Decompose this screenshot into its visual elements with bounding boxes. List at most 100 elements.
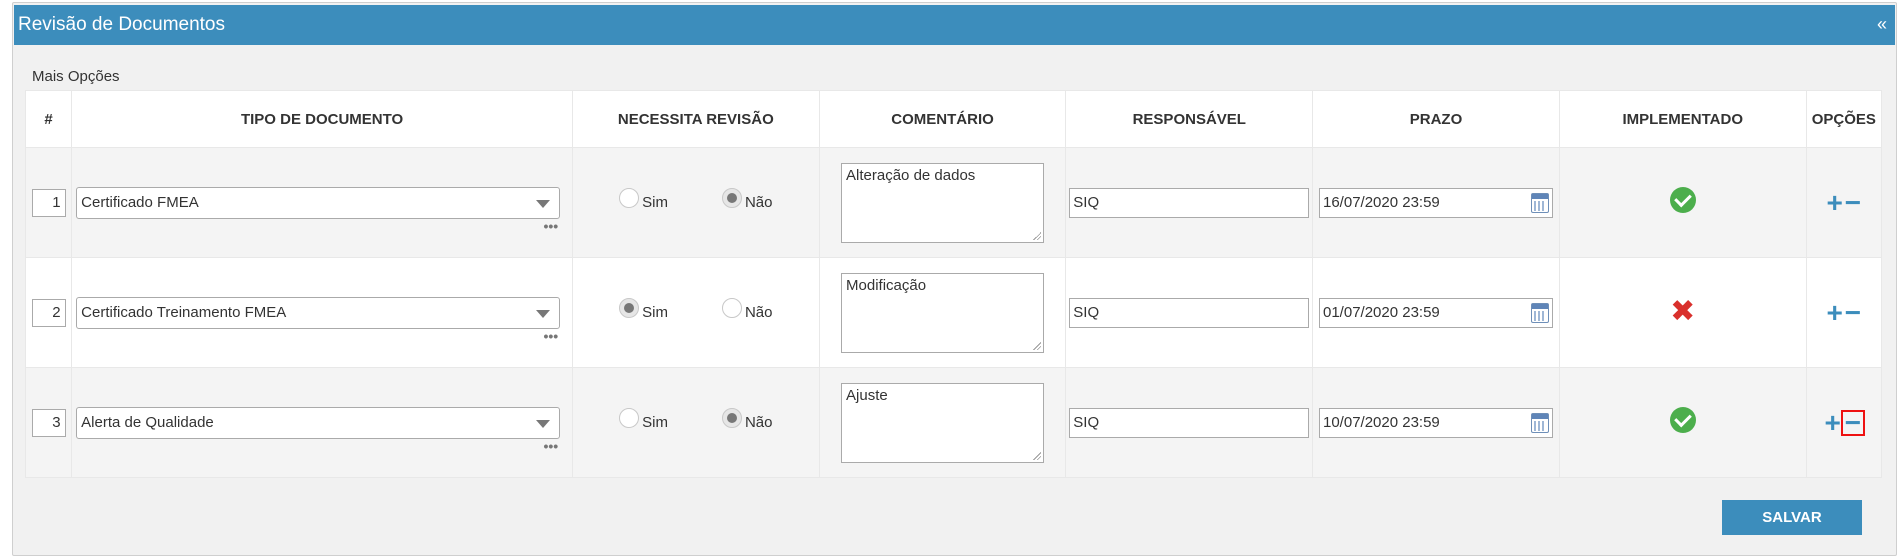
radio-nao[interactable]: Não [721, 187, 773, 211]
table-row: 3 Alerta de Qualidade ••• Sim Não Ajuste… [24, 367, 1883, 478]
radio-nao-button[interactable] [721, 297, 742, 318]
add-row-icon[interactable]: + [1824, 408, 1840, 436]
add-row-icon[interactable]: + [1826, 298, 1842, 326]
collapse-icon[interactable]: « [1877, 14, 1887, 35]
implemented-cell [1558, 367, 1807, 478]
document-type-select-wrap: Certificado Treinamento FMEA ••• [76, 296, 561, 343]
table-row: 1 Certificado FMEA ••• Sim Não Alteração… [24, 147, 1883, 258]
needs-review-cell: Sim Não [571, 367, 820, 478]
save-button[interactable]: SALVAR [1722, 500, 1862, 535]
table-row: 2 Certificado Treinamento FMEA ••• Sim N… [24, 257, 1883, 368]
cross-icon: ✖ [1670, 295, 1696, 328]
calendar-icon[interactable] [1531, 302, 1549, 323]
options-cell: + − [1805, 367, 1883, 478]
deadline-value: 10/07/2020 23:59 [1323, 413, 1440, 431]
chevron-down-icon [536, 199, 551, 208]
row-number-cell: 3 [24, 367, 73, 478]
document-type-select[interactable]: Alerta de Qualidade [76, 406, 561, 439]
row-number-input[interactable]: 1 [31, 188, 66, 217]
deadline-input[interactable]: 01/07/2020 23:59 [1319, 297, 1553, 328]
radio-nao-button[interactable] [721, 187, 742, 208]
row-number-cell: 2 [24, 257, 73, 368]
radio-nao-label: Não [744, 414, 773, 431]
deadline-value: 16/07/2020 23:59 [1323, 193, 1440, 211]
add-row-icon[interactable]: + [1826, 188, 1842, 216]
resize-grip-icon[interactable] [1033, 451, 1042, 460]
comment-textarea[interactable]: Alteração de dados [841, 162, 1045, 243]
options-cell: + − [1805, 257, 1883, 368]
radio-sim-button[interactable] [619, 187, 640, 208]
responsible-input[interactable]: SIQ [1069, 187, 1310, 218]
radio-nao[interactable]: Não [721, 407, 773, 431]
col-options: OPÇÕES [1805, 90, 1883, 148]
document-type-select-wrap: Alerta de Qualidade ••• [76, 406, 561, 453]
more-dots-icon[interactable]: ••• [543, 219, 558, 233]
resize-grip-icon[interactable] [1033, 231, 1042, 240]
resize-grip-icon[interactable] [1033, 341, 1042, 350]
col-responsible: RESPONSÁVEL [1065, 90, 1314, 148]
more-dots-icon[interactable]: ••• [543, 329, 558, 343]
col-document-type: TIPO DE DOCUMENTO [71, 90, 573, 148]
responsible-cell: SIQ [1065, 147, 1314, 258]
deadline-cell: 16/07/2020 23:59 [1312, 147, 1560, 258]
deadline-cell: 10/07/2020 23:59 [1312, 367, 1560, 478]
radio-sim-label: Sim [642, 194, 668, 211]
radio-sim-button[interactable] [619, 297, 640, 318]
row-number-input[interactable]: 2 [31, 298, 66, 327]
needs-review-cell: Sim Não [571, 257, 820, 368]
radio-nao-label: Não [744, 194, 773, 211]
radio-sim-button[interactable] [619, 407, 640, 428]
needs-review-cell: Sim Não [571, 147, 820, 258]
responsible-cell: SIQ [1065, 367, 1314, 478]
deadline-input[interactable]: 10/07/2020 23:59 [1319, 407, 1553, 438]
comment-cell: Alteração de dados [818, 147, 1067, 258]
check-circle-icon [1669, 407, 1696, 433]
table-header-row: # TIPO DE DOCUMENTO NECESSITA REVISÃO CO… [24, 90, 1883, 148]
radio-nao[interactable]: Não [721, 297, 773, 321]
more-options-label: Mais Opções [32, 68, 120, 85]
remove-row-icon[interactable]: − [1845, 188, 1861, 216]
document-type-select-wrap: Certificado FMEA ••• [76, 186, 561, 233]
comment-textarea[interactable]: Ajuste [841, 382, 1045, 463]
options-cell: + − [1805, 147, 1883, 258]
remove-row-icon[interactable]: − [1840, 408, 1866, 436]
deadline-cell: 01/07/2020 23:59 [1312, 257, 1560, 368]
document-type-cell: Certificado FMEA ••• [71, 147, 573, 258]
col-deadline: PRAZO [1312, 90, 1560, 148]
calendar-icon[interactable] [1531, 192, 1549, 213]
comment-textarea[interactable]: Modificação [841, 272, 1045, 353]
chevron-down-icon [536, 309, 551, 318]
radio-nao-label: Não [744, 304, 773, 321]
document-type-cell: Certificado Treinamento FMEA ••• [71, 257, 573, 368]
more-dots-icon[interactable]: ••• [543, 439, 558, 453]
deadline-input[interactable]: 16/07/2020 23:59 [1319, 187, 1553, 218]
responsible-cell: SIQ [1065, 257, 1314, 368]
radio-sim[interactable]: Sim [619, 407, 668, 431]
col-number: # [24, 90, 73, 148]
document-type-value: Certificado FMEA [81, 193, 199, 211]
documents-table: # TIPO DE DOCUMENTO NECESSITA REVISÃO CO… [24, 90, 1883, 478]
deadline-value: 01/07/2020 23:59 [1323, 303, 1440, 321]
row-number-input[interactable]: 3 [31, 408, 66, 437]
document-type-value: Certificado Treinamento FMEA [81, 303, 287, 321]
radio-sim[interactable]: Sim [619, 187, 668, 211]
implemented-cell [1558, 147, 1807, 258]
responsible-input[interactable]: SIQ [1069, 297, 1310, 328]
comment-value: Ajuste [846, 386, 888, 404]
page-title: Revisão de Documentos [18, 14, 225, 35]
radio-sim[interactable]: Sim [619, 297, 668, 321]
col-implemented: IMPLEMENTADO [1558, 90, 1807, 148]
responsible-input[interactable]: SIQ [1069, 407, 1310, 438]
document-type-value: Alerta de Qualidade [81, 413, 214, 431]
document-type-select[interactable]: Certificado FMEA [76, 186, 561, 219]
radio-nao-button[interactable] [721, 407, 742, 428]
remove-row-icon[interactable]: − [1845, 298, 1861, 326]
check-circle-icon [1669, 187, 1696, 213]
col-needs-review: NECESSITA REVISÃO [571, 90, 820, 148]
comment-cell: Modificação [818, 257, 1067, 368]
radio-sim-label: Sim [642, 414, 668, 431]
document-type-cell: Alerta de Qualidade ••• [71, 367, 573, 478]
document-type-select[interactable]: Certificado Treinamento FMEA [76, 296, 561, 329]
implemented-cell: ✖ [1558, 257, 1807, 368]
calendar-icon[interactable] [1531, 412, 1549, 433]
